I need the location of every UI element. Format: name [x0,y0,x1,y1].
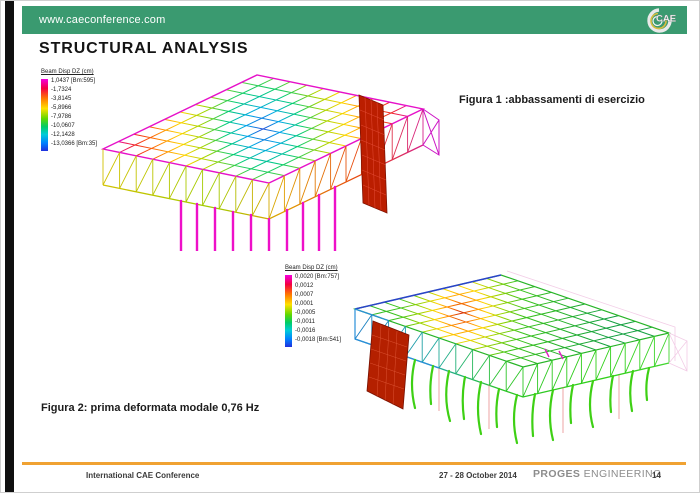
legend-title: Beam Disp DZ (cm) [285,265,341,271]
logo-text: CAE [656,14,676,25]
figure2-caption: Figura 2: prima deformata modale 0,76 Hz [41,402,259,414]
pile-columns [181,187,335,251]
legend-value: 0,0007 [295,291,341,300]
footer-conference-name: International CAE Conference [86,471,199,480]
legend-value: -0,0011 [295,318,341,327]
shear-panel [367,321,409,409]
figure2-legend: Beam Disp DZ (cm) 0,0020 [Bm:757] 0,0012… [285,265,341,347]
legend-value: 0,0012 [295,282,341,291]
site-url: www.caeconference.com [39,6,165,34]
header-bar: www.caeconference.com CAE [22,6,687,34]
legend-value: -0,0005 [295,309,341,318]
legend-value: 0,0001 [295,300,341,309]
page-title: STRUCTURAL ANALYSIS [39,40,248,58]
slide-left-black-bar [5,1,14,493]
shear-panel [359,95,387,213]
legend-colorbar [41,79,48,151]
legend-value: -0,0016 [295,327,341,336]
figure1-caption: Figura 1 :abbassamenti di esercizio [459,94,645,106]
footer-company-name: PROGES [533,468,580,480]
footer-company-suffix: ENGINEERING [580,468,661,480]
legend-value: 0,0020 [Bm:757] [295,273,341,282]
fea-model-figure1 [89,65,441,251]
cae-conference-logo-icon: CAE [645,7,677,34]
slide: www.caeconference.com CAE STRUCTURAL ANA… [0,0,700,493]
footer-page-number: 14 [652,471,661,480]
legend-value: -0,0018 [Bm:541] [295,336,341,345]
footer-company: PROGES ENGINEERING [533,468,662,480]
truss-right-end-box [423,109,439,155]
legend-colorbar [285,275,292,347]
blue-edge-members [355,275,501,309]
footer-date: 27 - 28 October 2014 [439,471,517,480]
footer-rule [22,462,686,465]
fea-model-figure2 [349,261,689,447]
